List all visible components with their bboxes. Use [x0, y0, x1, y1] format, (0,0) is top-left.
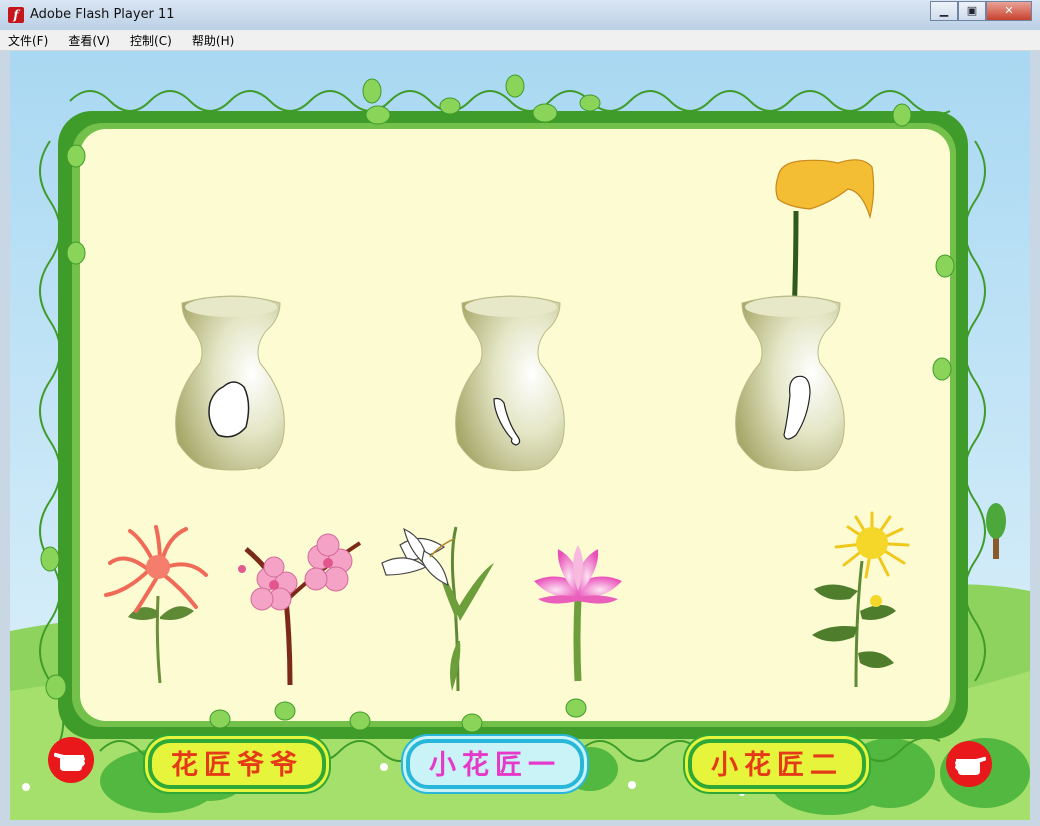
window-title: Adobe Flash Player 11	[30, 7, 175, 22]
pointing-hand-right-icon	[955, 756, 986, 775]
menu-help[interactable]: 帮助(H)	[184, 30, 241, 49]
game-scene	[10, 51, 1030, 820]
little-florist-two-button[interactable]: 小花匠二	[688, 739, 866, 789]
minimize-button[interactable]: ▁	[930, 1, 958, 21]
close-button[interactable]: ✕	[986, 1, 1032, 21]
next-hand-button[interactable]	[946, 741, 992, 787]
grandpa-florist-button[interactable]: 花匠爷爷	[148, 739, 326, 789]
restore-button[interactable]: ▣	[958, 1, 986, 21]
vase-1[interactable]	[175, 295, 285, 471]
little-florist-one-button[interactable]: 小花匠一	[406, 739, 584, 789]
menu-bar: 文件(F) 查看(V) 控制(C) 帮助(H)	[0, 30, 1040, 51]
menu-control[interactable]: 控制(C)	[122, 30, 179, 49]
flash-stage[interactable]: 花匠爷爷 小花匠一 小花匠二	[10, 51, 1030, 820]
vase-2[interactable]	[455, 295, 565, 472]
menu-file[interactable]: 文件(F)	[0, 30, 55, 49]
window-controls: ▁ ▣ ✕	[930, 1, 1032, 21]
window-titlebar[interactable]: f Adobe Flash Player 11 ▁ ▣ ✕	[0, 0, 1040, 31]
pointing-hand-left-icon	[54, 752, 85, 771]
menu-view[interactable]: 查看(V)	[60, 30, 117, 49]
flash-app-icon: f	[8, 7, 24, 23]
prev-hand-button[interactable]	[48, 737, 94, 783]
